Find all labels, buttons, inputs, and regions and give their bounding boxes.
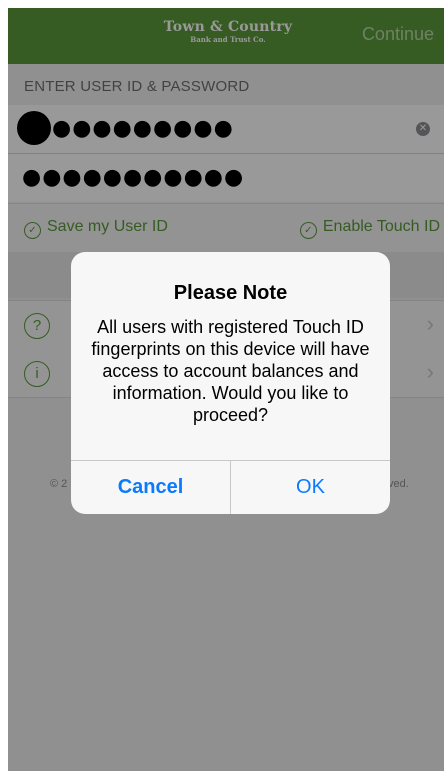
cancel-button[interactable]: Cancel	[71, 461, 230, 514]
alert-title: Please Note	[173, 282, 288, 304]
touch-id-alert-dialog: Please Note All users with registered To…	[71, 252, 390, 514]
ok-button[interactable]: OK	[231, 461, 390, 514]
alert-message: All users with registered Touch ID finge…	[91, 317, 370, 425]
login-screen: Town & Country Bank and Trust Co. Contin…	[8, 8, 444, 771]
